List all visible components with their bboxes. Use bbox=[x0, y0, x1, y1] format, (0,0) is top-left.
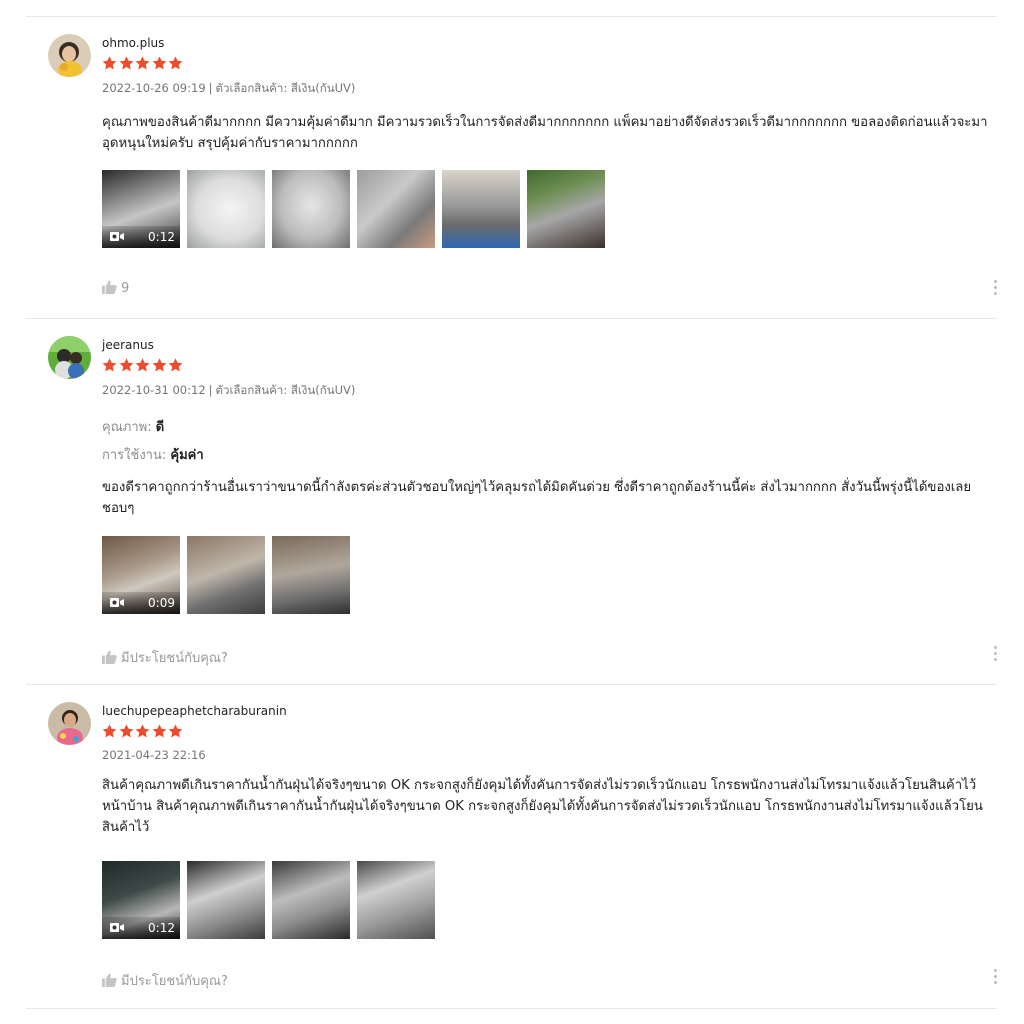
review-media: 0:12 bbox=[102, 170, 612, 248]
avatar[interactable] bbox=[48, 702, 91, 745]
star-icon bbox=[168, 358, 184, 372]
reviewer-name[interactable]: ohmo.plus bbox=[102, 36, 164, 50]
like-count: 9 bbox=[121, 281, 130, 296]
video-camera-icon bbox=[110, 598, 124, 607]
star-rating bbox=[102, 358, 185, 377]
star-icon bbox=[135, 724, 151, 738]
star-icon bbox=[119, 358, 135, 372]
review-date: 2021-04-23 22:16 bbox=[102, 748, 206, 762]
star-icon bbox=[135, 56, 151, 70]
video-duration: 0:12 bbox=[148, 921, 175, 935]
review-meta: 2022-10-31 00:12 | ตัวเลือกสินค้า: สีเงิน(… bbox=[102, 382, 355, 400]
attribute-value: ดี bbox=[155, 420, 165, 435]
review-media: 0:09 bbox=[102, 536, 357, 614]
star-icon bbox=[135, 358, 151, 372]
divider bbox=[26, 16, 997, 17]
thumbs-up-icon bbox=[102, 650, 117, 664]
review-image-thumbnail[interactable] bbox=[357, 170, 435, 248]
review-image-thumbnail[interactable] bbox=[527, 170, 605, 248]
star-icon bbox=[152, 358, 168, 372]
meta-separator: | bbox=[208, 81, 213, 95]
review-image-thumbnail[interactable] bbox=[357, 861, 435, 939]
review-text: สินค้าคุณภาพดีเกินราคากันน้ำกันฝุ่นได้จร… bbox=[102, 778, 983, 835]
helpful-button[interactable]: มีประโยชน์กับคุณ? bbox=[102, 647, 228, 668]
star-icon bbox=[152, 56, 168, 70]
like-button[interactable]: 9 bbox=[102, 280, 129, 296]
video-camera-icon bbox=[110, 232, 124, 241]
thumbs-up-icon bbox=[102, 973, 117, 987]
review-date: 2022-10-31 00:12 bbox=[102, 383, 206, 397]
review-image-thumbnail[interactable] bbox=[187, 170, 265, 248]
review-video-thumbnail[interactable]: 0:09 bbox=[102, 536, 180, 614]
avatar[interactable] bbox=[48, 34, 91, 77]
star-icon bbox=[102, 56, 118, 70]
reviewer-name[interactable]: jeeranus bbox=[102, 338, 154, 352]
review-meta: 2021-04-23 22:16 bbox=[102, 748, 206, 762]
review-item: ohmo.plus 2022-10-26 09:19 | ตัวเลือกสินค้… bbox=[0, 34, 1024, 318]
avatar[interactable] bbox=[48, 336, 91, 379]
review-image-thumbnail[interactable] bbox=[442, 170, 520, 248]
star-icon bbox=[102, 724, 118, 738]
star-icon bbox=[102, 358, 118, 372]
review-attribute-quality: คุณภาพ: ดี bbox=[102, 416, 164, 437]
divider bbox=[26, 318, 997, 319]
review-video-thumbnail[interactable]: 0:12 bbox=[102, 170, 180, 248]
video-duration: 0:12 bbox=[148, 230, 175, 244]
attribute-value: คุ้มค่า bbox=[170, 448, 204, 463]
thumbs-up-icon bbox=[102, 280, 117, 294]
attribute-key: คุณภาพ: bbox=[102, 420, 152, 435]
review-variant: ตัวเลือกสินค้า: สีเงิน(กันUV) bbox=[215, 383, 356, 397]
helpful-label: มีประโยชน์กับคุณ? bbox=[121, 651, 228, 666]
star-icon bbox=[119, 56, 135, 70]
review-variant: ตัวเลือกสินค้า: สีเงิน(กันUV) bbox=[215, 81, 356, 95]
more-options-icon[interactable] bbox=[990, 646, 1000, 666]
review-item: luechupepeaphetcharaburanin 2021-04-23 2… bbox=[0, 702, 1024, 1008]
review-date: 2022-10-26 09:19 bbox=[102, 81, 206, 95]
attribute-key: การใช้งาน: bbox=[102, 448, 167, 463]
more-options-icon[interactable] bbox=[990, 969, 1000, 989]
review-image-thumbnail[interactable] bbox=[187, 536, 265, 614]
meta-separator: | bbox=[208, 383, 213, 397]
review-video-thumbnail[interactable]: 0:12 bbox=[102, 861, 180, 939]
review-item: jeeranus 2022-10-31 00:12 | ตัวเลือกสินค้า… bbox=[0, 336, 1024, 684]
more-options-icon[interactable] bbox=[990, 280, 1000, 300]
star-rating bbox=[102, 724, 185, 743]
reviewer-name[interactable]: luechupepeaphetcharaburanin bbox=[102, 704, 287, 718]
divider bbox=[26, 684, 997, 685]
review-text: คุณภาพของสินค้าดีมากกกก มีความคุ้มค่าดีม… bbox=[102, 115, 988, 151]
star-icon bbox=[168, 56, 184, 70]
review-attribute-usage: การใช้งาน: คุ้มค่า bbox=[102, 444, 204, 465]
star-icon bbox=[119, 724, 135, 738]
review-image-thumbnail[interactable] bbox=[272, 170, 350, 248]
review-image-thumbnail[interactable] bbox=[272, 861, 350, 939]
helpful-label: มีประโยชน์กับคุณ? bbox=[121, 974, 228, 989]
star-rating bbox=[102, 56, 185, 75]
helpful-button[interactable]: มีประโยชน์กับคุณ? bbox=[102, 970, 228, 991]
review-text: ของดีราคาถูกกว่าร้านอื่นเราว่าขนาดนี้กำล… bbox=[102, 480, 972, 516]
review-image-thumbnail[interactable] bbox=[187, 861, 265, 939]
video-duration: 0:09 bbox=[148, 596, 175, 610]
review-media: 0:12 bbox=[102, 861, 442, 939]
star-icon bbox=[168, 724, 184, 738]
star-icon bbox=[152, 724, 168, 738]
divider bbox=[26, 1008, 997, 1009]
video-camera-icon bbox=[110, 923, 124, 932]
review-meta: 2022-10-26 09:19 | ตัวเลือกสินค้า: สีเงิน(… bbox=[102, 80, 355, 98]
review-image-thumbnail[interactable] bbox=[272, 536, 350, 614]
